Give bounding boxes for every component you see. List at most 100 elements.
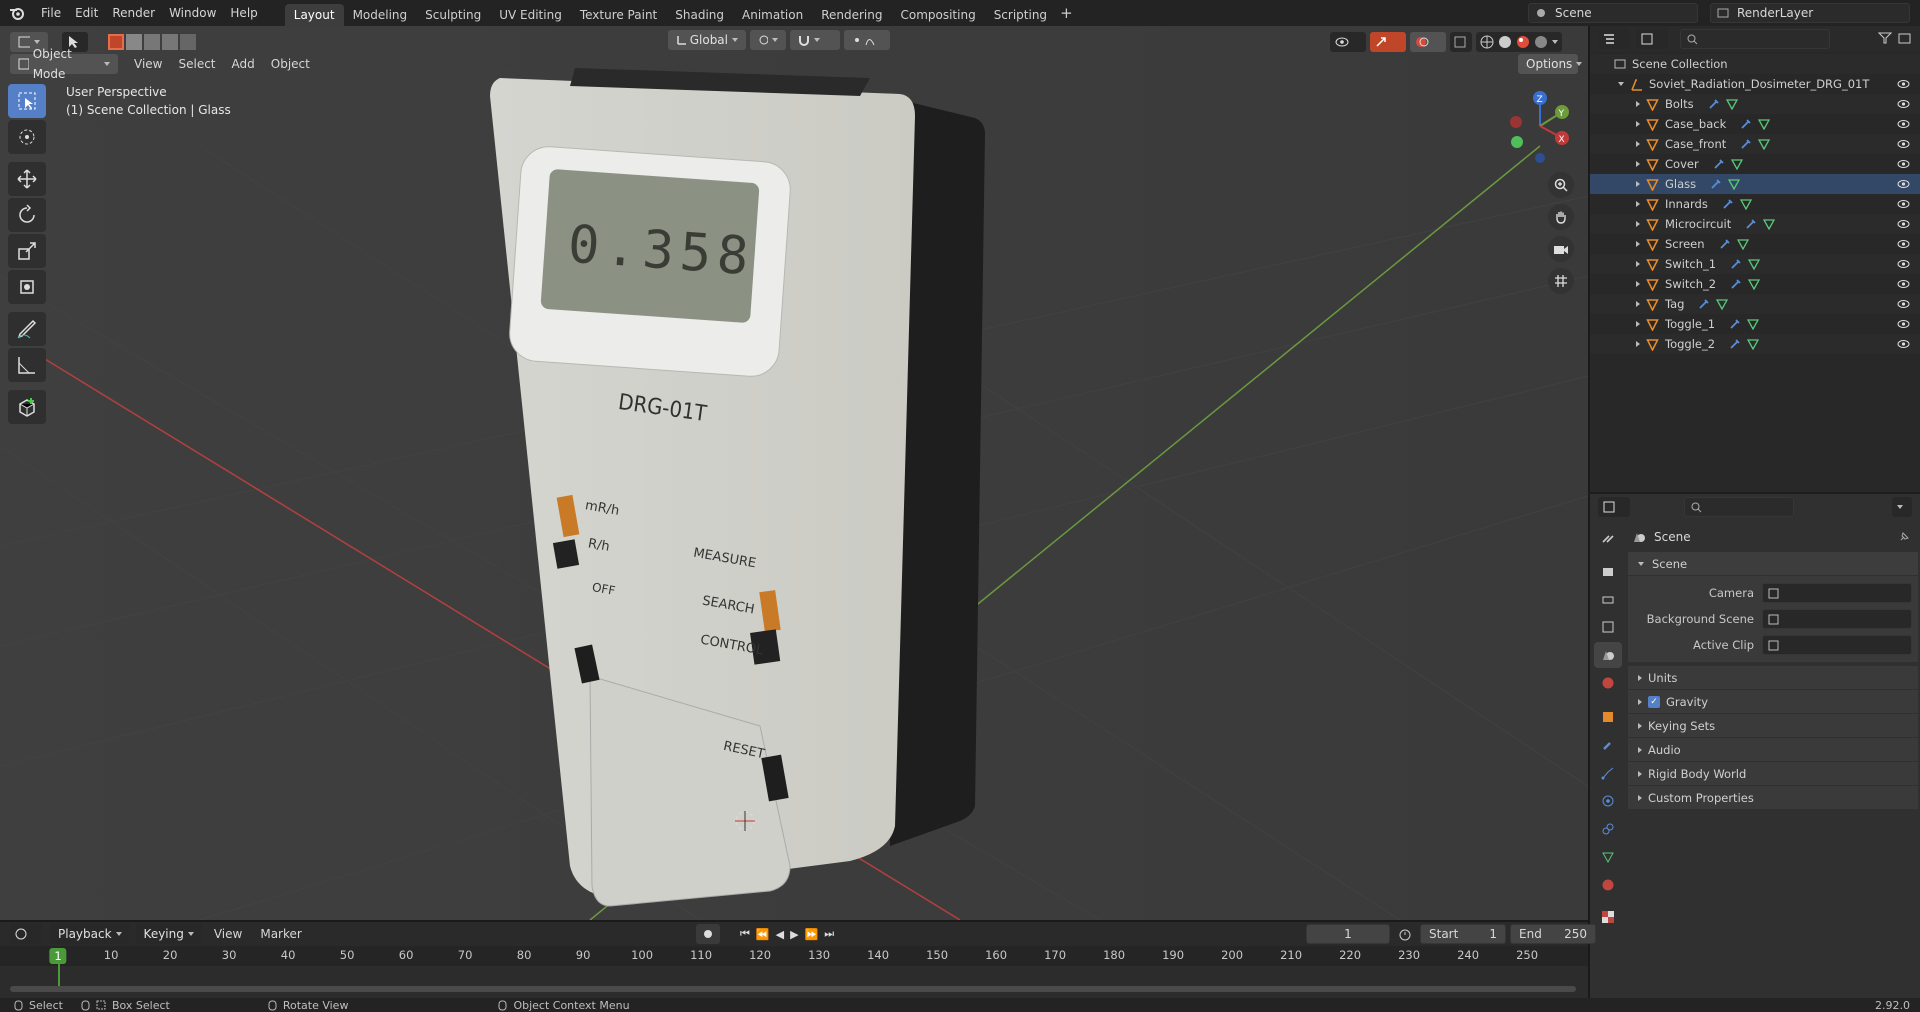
section-collapse-icon[interactable] <box>1638 770 1642 777</box>
timeline-menu-keying[interactable]: Keying <box>135 924 202 944</box>
select-subtract-icon[interactable] <box>144 34 160 50</box>
pan-button[interactable] <box>1548 204 1574 230</box>
timeline-scrollbar[interactable] <box>10 986 1576 992</box>
select-extend-icon[interactable] <box>126 34 142 50</box>
material-preview-icon[interactable] <box>1516 35 1530 49</box>
eye-icon[interactable] <box>1897 279 1910 289</box>
modifier-wrench-icon[interactable] <box>1722 198 1734 210</box>
options-dropdown[interactable]: Options <box>1518 54 1583 74</box>
pivot-dropdown[interactable] <box>750 30 786 50</box>
outliner-object-screen[interactable]: Screen <box>1590 234 1920 254</box>
camera-view-button[interactable] <box>1548 236 1574 262</box>
eye-icon[interactable] <box>1897 239 1910 249</box>
eye-icon[interactable] <box>1897 319 1910 329</box>
menu-edit[interactable]: Edit <box>68 0 105 26</box>
modifier-wrench-icon[interactable] <box>1730 258 1742 270</box>
timeline-menu-playback[interactable]: Playback <box>50 924 130 944</box>
play-icon[interactable]: ▶ <box>790 928 798 941</box>
visibility-dropdown[interactable] <box>1330 32 1366 52</box>
add-cube-tool[interactable] <box>8 390 46 424</box>
modifier-wrench-icon[interactable] <box>1729 338 1741 350</box>
expand-arrow-icon[interactable] <box>1636 281 1640 287</box>
section-collapse-icon[interactable] <box>1638 698 1642 705</box>
eye-icon[interactable] <box>1897 119 1910 129</box>
section-collapse-icon[interactable] <box>1638 674 1642 681</box>
view-layer-selector[interactable]: RenderLayer <box>1710 3 1910 23</box>
tab-material[interactable] <box>1594 872 1622 898</box>
jump-keyframe-forward-icon[interactable]: ⏩ <box>805 928 819 941</box>
timeline-menu-marker[interactable]: Marker <box>254 927 307 941</box>
section-gravity[interactable]: ✓ Gravity <box>1628 690 1918 714</box>
prop-value-field[interactable] <box>1762 583 1912 603</box>
tab-animation[interactable]: Animation <box>733 4 812 26</box>
expand-arrow-icon[interactable] <box>1618 82 1624 86</box>
outliner-collection-row[interactable]: Soviet_Radiation_Dosimeter_DRG_01T <box>1590 74 1920 94</box>
wireframe-shading-icon[interactable] <box>1480 35 1494 49</box>
tab-scripting[interactable]: Scripting <box>985 4 1056 26</box>
mesh-data-icon[interactable] <box>1758 138 1771 150</box>
outliner-editor-type[interactable] <box>1598 29 1630 49</box>
expand-arrow-icon[interactable] <box>1636 161 1640 167</box>
mesh-data-icon[interactable] <box>1728 178 1741 190</box>
gravity-checkbox[interactable]: ✓ <box>1648 695 1660 708</box>
end-frame-field[interactable]: End 250 <box>1510 924 1596 944</box>
add-workspace-button[interactable]: + <box>1060 4 1073 22</box>
panel-collapse-icon[interactable] <box>1638 561 1644 566</box>
3d-viewport[interactable]: 0.358 DRG-01T mR/h R/h OFF MEASURE SEARC… <box>0 26 1588 920</box>
prop-value-field[interactable] <box>1762 635 1912 655</box>
expand-arrow-icon[interactable] <box>1636 321 1640 327</box>
mesh-data-icon[interactable] <box>1725 98 1738 110</box>
modifier-wrench-icon[interactable] <box>1740 138 1752 150</box>
mesh-data-icon[interactable] <box>1716 298 1729 310</box>
prop-value-field[interactable] <box>1762 609 1912 629</box>
tab-view-layer[interactable] <box>1594 614 1622 640</box>
expand-arrow-icon[interactable] <box>1636 201 1640 207</box>
eye-icon[interactable] <box>1897 299 1910 309</box>
start-frame-field[interactable]: Start 1 <box>1420 924 1506 944</box>
new-collection-icon[interactable] <box>1898 32 1912 47</box>
play-reverse-icon[interactable]: ◀ <box>776 928 784 941</box>
section-collapse-icon[interactable] <box>1638 722 1642 729</box>
select-new-icon[interactable] <box>108 34 124 50</box>
select-invert-icon[interactable] <box>162 34 178 50</box>
transform-tool[interactable] <box>8 270 46 304</box>
tab-scene[interactable] <box>1594 642 1622 668</box>
expand-arrow-icon[interactable] <box>1636 301 1640 307</box>
move-tool[interactable] <box>8 162 46 196</box>
tab-layout[interactable]: Layout <box>284 4 344 26</box>
scale-tool[interactable] <box>8 234 46 268</box>
modifier-wrench-icon[interactable] <box>1708 98 1720 110</box>
tab-modeling[interactable]: Modeling <box>344 4 417 26</box>
eye-icon[interactable] <box>1897 219 1910 229</box>
gizmo-toggle[interactable] <box>1370 32 1406 52</box>
overlays-toggle[interactable] <box>1410 32 1446 52</box>
tab-rendering[interactable]: Rendering <box>812 4 891 26</box>
expand-arrow-icon[interactable] <box>1636 101 1640 107</box>
modifier-wrench-icon[interactable] <box>1698 298 1710 310</box>
modifier-wrench-icon[interactable] <box>1745 218 1757 230</box>
mesh-data-icon[interactable] <box>1747 318 1760 330</box>
properties-options-dropdown[interactable] <box>1892 497 1912 517</box>
outliner-object-toggle_1[interactable]: Toggle_1 <box>1590 314 1920 334</box>
jump-start-icon[interactable]: ⏮ <box>740 927 750 941</box>
modifier-wrench-icon[interactable] <box>1713 158 1725 170</box>
mesh-data-icon[interactable] <box>1758 118 1771 130</box>
eye-icon[interactable] <box>1897 179 1910 189</box>
expand-arrow-icon[interactable] <box>1636 141 1640 147</box>
outliner-object-innards[interactable]: Innards <box>1590 194 1920 214</box>
viewport-menu-add[interactable]: Add <box>232 57 255 71</box>
outliner-object-switch_2[interactable]: Switch_2 <box>1590 274 1920 294</box>
tab-sculpting[interactable]: Sculpting <box>416 4 490 26</box>
modifier-wrench-icon[interactable] <box>1740 118 1752 130</box>
properties-search-input[interactable] <box>1684 497 1794 517</box>
modifier-wrench-icon[interactable] <box>1719 238 1731 250</box>
tab-output[interactable] <box>1594 586 1622 612</box>
jump-keyframe-back-icon[interactable]: ⏪ <box>756 928 770 941</box>
mesh-data-icon[interactable] <box>1748 278 1761 290</box>
scene-panel-header[interactable]: Scene <box>1628 552 1918 576</box>
snap-toggle[interactable] <box>790 30 840 50</box>
object-mode-dropdown[interactable]: Object Mode <box>10 47 118 81</box>
outliner-scene-collection[interactable]: Scene Collection <box>1590 54 1920 74</box>
mesh-data-icon[interactable] <box>1748 258 1761 270</box>
cursor-tool[interactable] <box>8 120 46 154</box>
